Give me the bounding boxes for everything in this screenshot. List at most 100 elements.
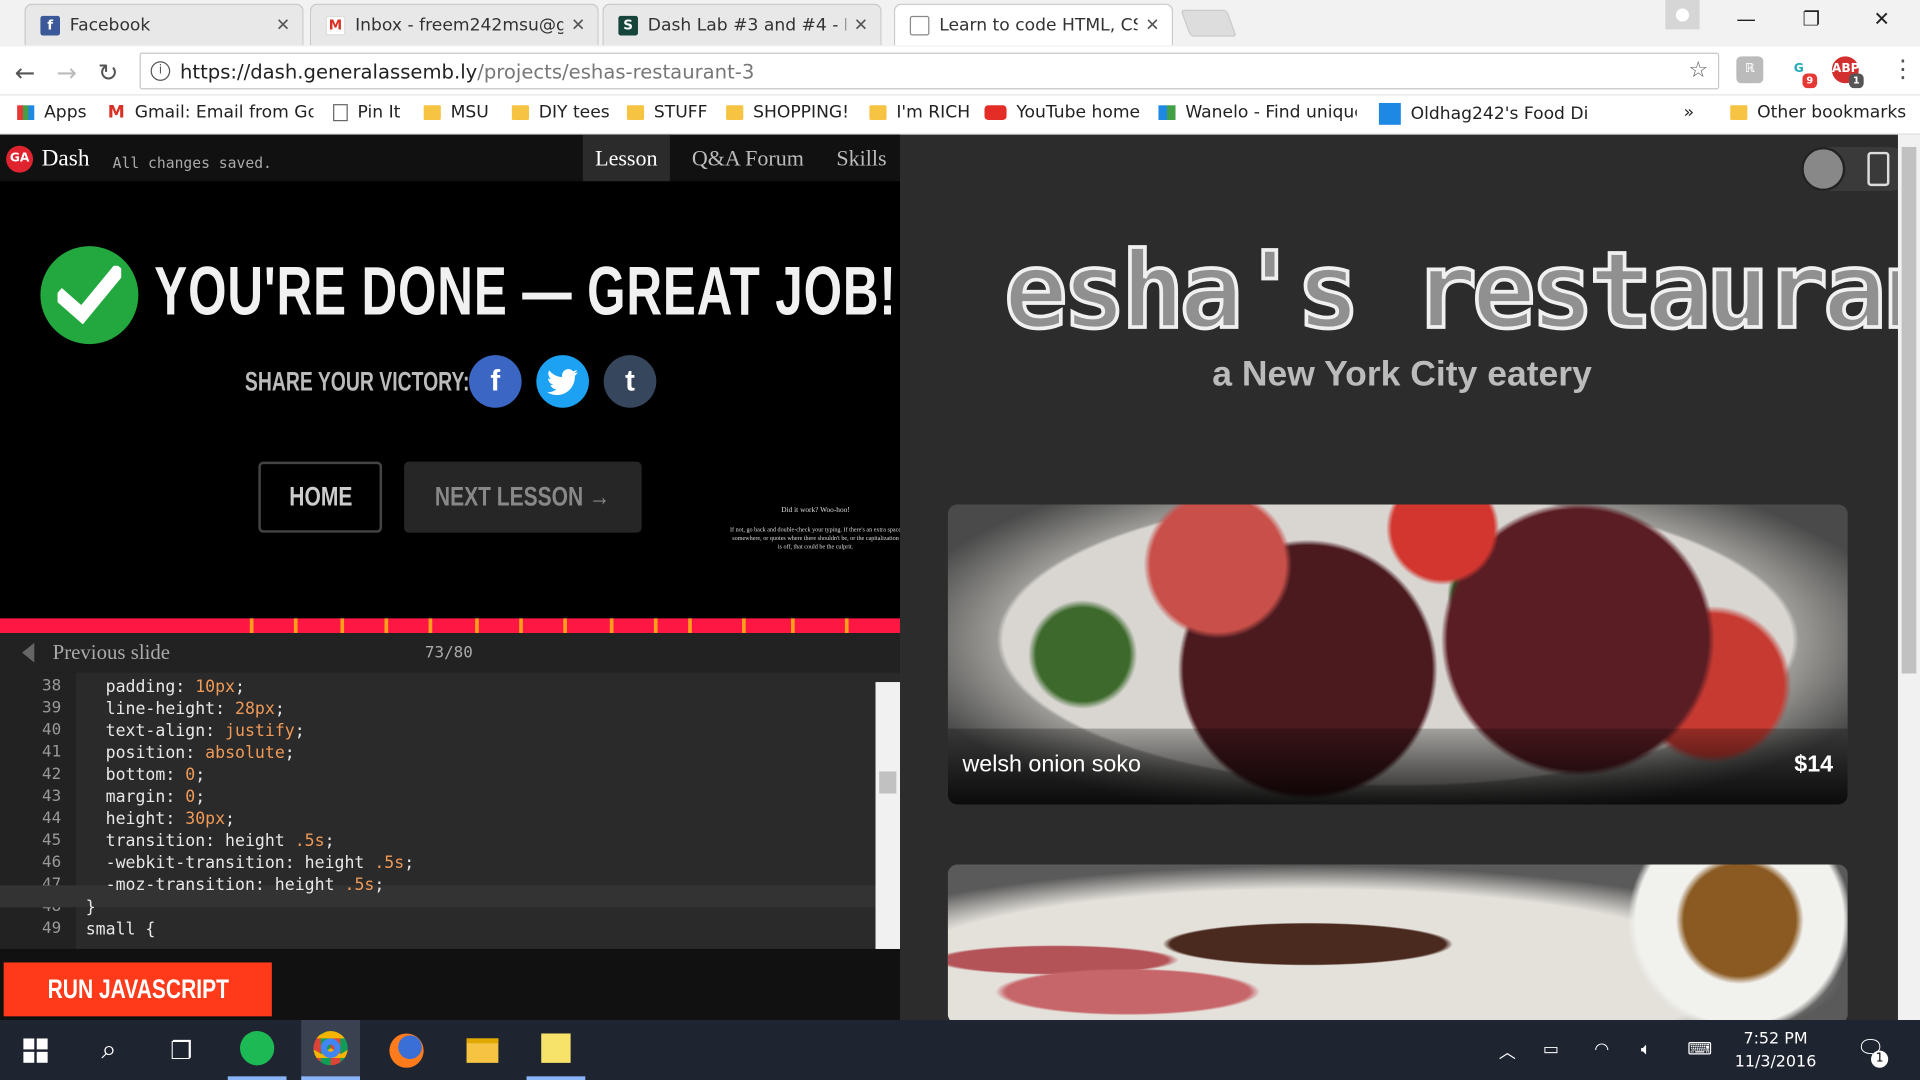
tray-overflow-icon[interactable]: ︿ xyxy=(1499,1040,1516,1064)
code-line[interactable]: padding: 10px; xyxy=(86,677,245,697)
user-profile-icon[interactable]: ● xyxy=(1665,0,1700,30)
start-button[interactable] xyxy=(6,1020,65,1080)
tab-dash-lab[interactable]: S Dash Lab #3 and #4 - FS ✕ xyxy=(602,3,882,46)
address-bar[interactable]: i https://dash.generalassemb.ly /project… xyxy=(139,52,1720,90)
windows-taskbar: ⌕ ❐ ︿ ▭ ◠ 🔈︎ ⌨ 7:52 PM 11/3/2016 🗨︎ 1 xyxy=(0,1020,1920,1080)
facebook-share-icon[interactable]: f xyxy=(468,355,522,408)
tab-skills[interactable]: Skills xyxy=(824,135,899,182)
code-line[interactable]: } xyxy=(86,898,96,918)
wifi-icon[interactable]: ◠ xyxy=(1594,1040,1609,1060)
tab-lesson[interactable]: Lesson xyxy=(582,134,670,182)
preview-scrollbar[interactable] xyxy=(1897,134,1920,1021)
bookmark-youtube[interactable]: YouTube home xyxy=(984,103,1140,122)
bookmark-other[interactable]: Other bookmarks xyxy=(1730,103,1906,122)
toggle-knob[interactable] xyxy=(1801,146,1846,192)
back-icon[interactable]: ← xyxy=(15,58,36,87)
volume-icon[interactable]: 🔈︎ xyxy=(1641,1040,1651,1060)
restore-icon[interactable]: ❐ xyxy=(1802,7,1820,30)
bookmarks-overflow-button[interactable]: » xyxy=(1684,103,1695,123)
line-number: 46 xyxy=(42,853,62,872)
home-button[interactable]: HOME xyxy=(258,461,383,533)
code-line[interactable]: text-align: justify; xyxy=(86,721,305,741)
run-javascript-button[interactable]: RUN JAVASCRIPT xyxy=(3,962,272,1017)
bookmark-star-icon[interactable]: ☆ xyxy=(1688,58,1708,84)
forward-icon[interactable]: → xyxy=(56,58,77,87)
tab-facebook[interactable]: f Facebook ✕ xyxy=(24,3,304,46)
new-tab-button[interactable] xyxy=(1180,9,1237,37)
chrome-icon[interactable] xyxy=(301,1020,361,1080)
css-property: line-height: xyxy=(85,699,236,719)
bookmark-label: Oldhag242's Food Dia xyxy=(1410,104,1590,124)
code-line[interactable]: margin: 0; xyxy=(85,787,206,807)
bookmark-shopping[interactable]: SHOPPING! xyxy=(726,103,849,122)
bookmark-label: MSU xyxy=(450,102,489,123)
bookmark-pin-it[interactable]: Pin It xyxy=(333,103,400,122)
firefox-icon[interactable] xyxy=(377,1020,436,1080)
bookmark-apps[interactable]: Apps xyxy=(17,103,87,122)
system-clock[interactable]: 7:52 PM 11/3/2016 xyxy=(1727,1027,1825,1074)
bookmark-wanelo[interactable]: Wanelo - Find unique xyxy=(1158,103,1357,122)
keyboard-icon[interactable]: ⌨ xyxy=(1687,1040,1712,1060)
line-number: 49 xyxy=(42,919,62,938)
code-line[interactable]: height: 30px; xyxy=(86,809,235,829)
css-terminator: ; xyxy=(294,721,305,741)
line-number: 43 xyxy=(42,787,62,806)
dash-panel: GA Dash All changes saved. Lesson Q&A Fo… xyxy=(0,134,901,1021)
editor-scroll-thumb[interactable] xyxy=(879,771,897,794)
code-line[interactable]: transition: height .5s; xyxy=(86,831,335,851)
reload-icon[interactable]: ↻ xyxy=(98,58,119,87)
bookmark-diy-tees[interactable]: DIY tees xyxy=(511,103,610,122)
dish-name: welsh onion soko xyxy=(962,751,1141,778)
extension-icon[interactable]: ℝ xyxy=(1736,56,1764,84)
bookmark-im-rich[interactable]: I'm RICH xyxy=(869,103,970,122)
twitter-share-icon[interactable] xyxy=(536,355,589,408)
browser-tab-strip: f Facebook ✕ M Inbox - freem242msu@g ✕ S… xyxy=(0,0,1920,47)
minimize-icon[interactable]: — xyxy=(1736,7,1756,30)
device-toggle[interactable] xyxy=(1801,146,1912,192)
editor-scrollbar[interactable] xyxy=(875,682,901,949)
tumblr-share-icon[interactable]: t xyxy=(603,355,657,408)
battery-icon[interactable]: ▭ xyxy=(1543,1040,1559,1060)
bookmark-msu[interactable]: MSU xyxy=(423,102,489,123)
css-property: margin: xyxy=(85,787,186,807)
bookmark-gmail[interactable]: M Gmail: Email from Goo xyxy=(108,103,314,123)
search-icon[interactable]: ⌕ xyxy=(80,1020,139,1080)
tab-learn-to-code[interactable]: Learn to code HTML, CSS ✕ xyxy=(893,3,1174,46)
preview-scroll-thumb[interactable] xyxy=(1901,146,1917,674)
task-view-icon[interactable]: ❐ xyxy=(152,1020,211,1080)
code-line[interactable]: position: absolute; xyxy=(86,743,295,763)
dish-card-steak[interactable] xyxy=(947,864,1848,1024)
code-line[interactable]: small { xyxy=(86,920,156,940)
progress-tick xyxy=(688,618,692,634)
tab-gmail[interactable]: M Inbox - freem242msu@g ✕ xyxy=(309,3,599,46)
menu-kebab-icon[interactable]: ⋮ xyxy=(1891,54,1915,83)
previous-slide-button[interactable]: Previous slide xyxy=(53,640,170,664)
code-line[interactable]: bottom: 0; xyxy=(86,765,206,785)
css-terminator: ; xyxy=(274,699,285,719)
info-icon[interactable]: i xyxy=(150,61,171,81)
close-window-icon[interactable]: ✕ xyxy=(1873,7,1889,30)
spotify-icon[interactable] xyxy=(227,1020,287,1080)
code-line[interactable]: line-height: 28px; xyxy=(86,699,285,719)
code-editor[interactable]: 383940414243444546474849 padding: 10px; … xyxy=(0,672,901,949)
next-lesson-button[interactable]: NEXT LESSON → xyxy=(404,461,642,533)
slide-progress-bar[interactable] xyxy=(0,618,901,634)
run-label: RUN JAVASCRIPT xyxy=(47,973,229,1005)
file-explorer-icon[interactable] xyxy=(453,1020,512,1080)
code-line[interactable]: -webkit-transition: height .5s; xyxy=(86,853,415,873)
close-icon[interactable]: ✕ xyxy=(1145,15,1159,35)
tab-qa-forum[interactable]: Q&A Forum xyxy=(680,135,817,182)
phone-icon[interactable] xyxy=(1867,151,1890,187)
bookmark-food-diary[interactable]: Oldhag242's Food Dia xyxy=(1378,102,1590,125)
close-icon[interactable]: ✕ xyxy=(276,15,290,35)
code-line[interactable]: -moz-transition: height .5s; xyxy=(86,876,385,896)
progress-tick xyxy=(609,618,614,634)
sticky-notes-icon[interactable] xyxy=(526,1020,586,1080)
bookmark-stuff[interactable]: STUFF xyxy=(626,103,708,122)
dish-card[interactable]: welsh onion soko $14 xyxy=(947,504,1848,805)
bookmarks-bar: Apps M Gmail: Email from Goo Pin It MSU … xyxy=(0,95,1920,135)
close-icon[interactable]: ✕ xyxy=(854,15,868,35)
checkmark-icon xyxy=(40,246,139,345)
previous-arrow-icon[interactable] xyxy=(22,642,35,663)
close-icon[interactable]: ✕ xyxy=(571,15,585,35)
